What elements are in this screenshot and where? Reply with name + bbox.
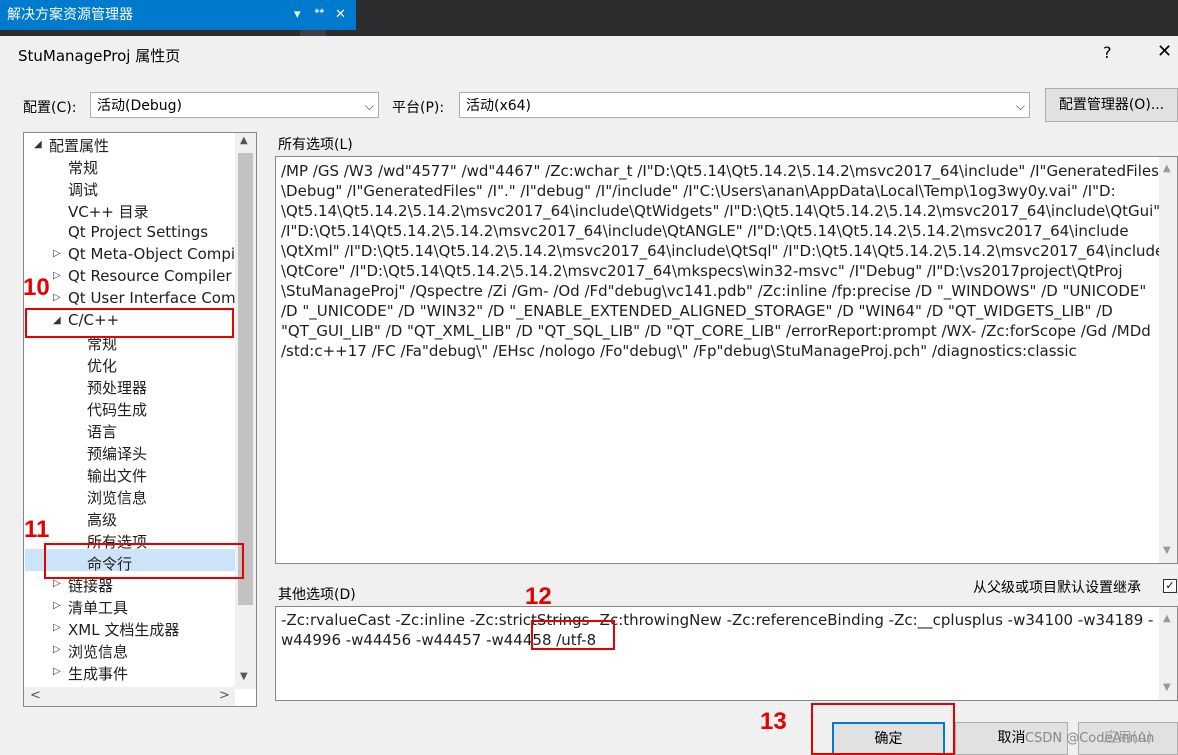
scroll-up-icon[interactable]: ▲	[240, 135, 248, 146]
watermark: CSDN @CodeAnnun	[1025, 731, 1155, 746]
platform-value: 活动(x64)	[466, 98, 532, 114]
tree-item-browse-info[interactable]: 浏览信息	[87, 487, 147, 508]
configuration-label: 配置(C):	[23, 100, 77, 116]
expand-icon[interactable]: ▷	[53, 644, 61, 655]
tree-item-advanced[interactable]: 高级	[87, 509, 117, 530]
tree-item-manifest-tool[interactable]: 清单工具	[68, 597, 128, 618]
all-options-line: \QtXml" /I"D:\Qt5.14\Qt5.14.2\5.14.2\msv…	[281, 242, 1165, 260]
dropdown-icon[interactable]: ▾	[294, 0, 301, 30]
tree-item-general[interactable]: 常规	[68, 157, 98, 178]
tree-item-build-events[interactable]: 生成事件	[68, 663, 128, 684]
tree-item-output-files[interactable]: 输出文件	[87, 465, 147, 486]
dialog-title: StuManageProj 属性页	[18, 47, 181, 65]
expand-icon[interactable]: ◢	[34, 139, 42, 150]
chevron-down-icon: ⌵	[364, 99, 374, 113]
annotation-box-utf8	[531, 620, 615, 650]
scroll-right-icon[interactable]: >	[219, 688, 230, 703]
all-options-line: \Qt5.14\Qt5.14.2\5.14.2\msvc2017_64\incl…	[281, 202, 1161, 220]
solution-explorer-title: 解决方案资源管理器	[7, 7, 133, 23]
scroll-left-icon[interactable]: <	[30, 688, 41, 703]
tree-item-qt-project-settings[interactable]: Qt Project Settings	[68, 223, 208, 241]
expand-icon[interactable]: ▷	[53, 666, 61, 677]
expand-icon[interactable]: ▷	[53, 292, 61, 303]
annotation-number-11: 11	[24, 516, 50, 543]
expand-icon[interactable]: ▷	[53, 578, 61, 589]
annotation-number-10: 10	[23, 274, 50, 301]
tree-item-config-properties[interactable]: 配置属性	[49, 135, 109, 156]
ide-background	[356, 0, 1178, 36]
tree-item-preprocessor[interactable]: 预处理器	[87, 377, 147, 398]
pin-icon[interactable]: ᕯ	[314, 0, 325, 30]
configuration-manager-button[interactable]: 配置管理器(O)...	[1045, 88, 1178, 122]
annotation-box-command-line	[44, 543, 244, 579]
solution-explorer-header: 解决方案资源管理器 ▾ ᕯ ✕	[0, 0, 356, 30]
configuration-value: 活动(Debug)	[97, 98, 182, 114]
scroll-down-icon[interactable]: ▼	[240, 671, 248, 682]
annotation-number-12: 12	[525, 583, 552, 610]
other-options-line: -Zc:rvalueCast -Zc:inline -Zc:strictStri…	[281, 611, 1154, 629]
other-options-label: 其他选项(D)	[278, 587, 356, 603]
tree-item-qt-user-interface[interactable]: Qt User Interface Comp	[68, 289, 245, 307]
all-options-scrollbar[interactable]: ▲ ▼	[1159, 157, 1177, 563]
tree-item-qt-meta-object[interactable]: Qt Meta-Object Compi	[68, 245, 235, 263]
all-options-textarea[interactable]: /MP /GS /W3 /wd"4577" /wd"4467" /Zc:wcha…	[275, 156, 1178, 564]
annotation-number-13: 13	[760, 708, 787, 735]
property-tree[interactable]: ◢ 配置属性 常规 调试 VC++ 目录 Qt Project Settings…	[23, 132, 257, 707]
all-options-line: \StuManageProj" /Qspectre /Zi /Gm- /Od /…	[281, 282, 1147, 300]
tree-item-vc-directories[interactable]: VC++ 目录	[68, 201, 149, 222]
annotation-box-ok	[811, 703, 955, 755]
all-options-line: "QT_GUI_LIB" /D "QT_XML_LIB" /D "QT_SQL_…	[281, 322, 1151, 340]
all-options-line: \Debug" /I"GeneratedFiles" /I"." /I"debu…	[281, 182, 1116, 200]
inherit-label: 从父级或项目默认设置继承	[973, 580, 1141, 596]
tree-scroll-thumb[interactable]	[238, 153, 253, 605]
tree-item-language[interactable]: 语言	[87, 421, 117, 442]
close-icon[interactable]: ✕	[335, 0, 346, 30]
scroll-up-icon[interactable]: ▲	[1163, 609, 1171, 629]
other-options-textarea[interactable]: -Zc:rvalueCast -Zc:inline -Zc:strictStri…	[275, 606, 1178, 701]
platform-label: 平台(P):	[392, 100, 445, 116]
other-options-line: w44996 -w44456 -w44457 -w44458 /utf-8	[281, 631, 597, 649]
help-button[interactable]: ?	[1103, 43, 1112, 62]
all-options-line: /MP /GS /W3 /wd"4577" /wd"4467" /Zc:wcha…	[281, 162, 1159, 180]
all-options-line: \QtCore" /I"D:\Qt5.14\Qt5.14.2\5.14.2\ms…	[281, 262, 1123, 280]
tree-item-debugging[interactable]: 调试	[68, 179, 98, 200]
tree-item-browse-information[interactable]: 浏览信息	[68, 641, 128, 662]
all-options-label: 所有选项(L)	[278, 137, 353, 153]
tree-item-optimization[interactable]: 优化	[87, 355, 117, 376]
platform-select[interactable]: 活动(x64) ⌵	[459, 92, 1030, 118]
all-options-line: /std:c++17 /FC /Fa"debug\" /EHsc /nologo…	[281, 342, 1077, 360]
expand-icon[interactable]: ▷	[53, 600, 61, 611]
other-options-scrollbar[interactable]: ▲ ▼	[1159, 607, 1177, 700]
scroll-up-icon[interactable]: ▲	[1163, 159, 1171, 179]
expand-icon[interactable]: ▷	[53, 248, 61, 259]
chevron-down-icon: ⌵	[1015, 99, 1025, 113]
dialog-close-button[interactable]: ✕	[1157, 41, 1172, 62]
annotation-box-cpp	[25, 308, 234, 338]
all-options-line: /I"D:\Qt5.14\Qt5.14.2\5.14.2\msvc2017_64…	[281, 222, 1129, 240]
tree-item-precompiled-headers[interactable]: 预编译头	[87, 443, 147, 464]
tree-item-xml-doc-generator[interactable]: XML 文档生成器	[68, 619, 179, 640]
tree-item-qt-resource-compiler[interactable]: Qt Resource Compiler	[68, 267, 232, 285]
inherit-checkbox[interactable]: ✓	[1163, 579, 1177, 593]
scroll-down-icon[interactable]: ▼	[1163, 541, 1171, 561]
configuration-select[interactable]: 活动(Debug) ⌵	[90, 92, 379, 118]
tree-item-code-generation[interactable]: 代码生成	[87, 399, 147, 420]
scroll-down-icon[interactable]: ▼	[1163, 678, 1171, 698]
expand-icon[interactable]: ▷	[53, 622, 61, 633]
all-options-line: /D "_UNICODE" /D "WIN32" /D "_ENABLE_EXT…	[281, 302, 1113, 320]
expand-icon[interactable]: ▷	[53, 270, 61, 281]
tree-horizontal-scrollbar[interactable]: < >	[24, 687, 235, 706]
